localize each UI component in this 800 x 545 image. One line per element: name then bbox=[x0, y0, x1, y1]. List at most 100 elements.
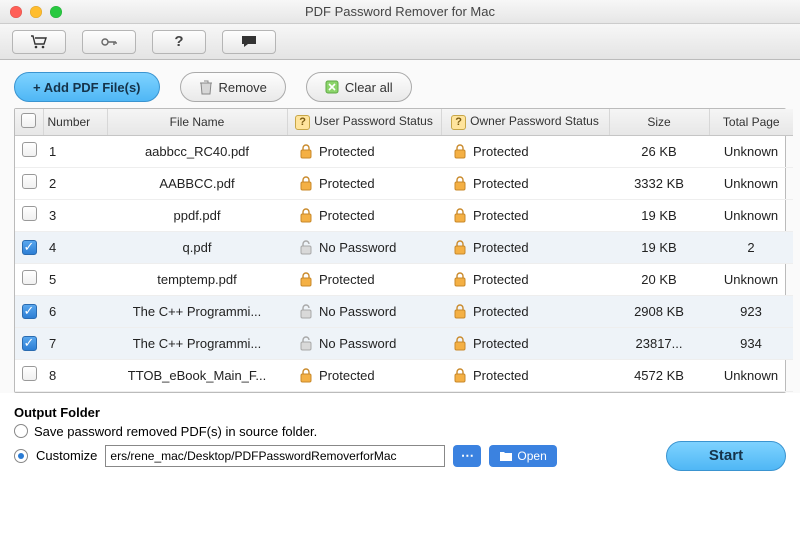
row-user-status: No Password bbox=[287, 295, 441, 327]
row-number: 8 bbox=[43, 359, 107, 391]
lock-icon bbox=[453, 367, 467, 383]
row-checkbox[interactable]: ✓ bbox=[22, 240, 37, 255]
row-pages: Unknown bbox=[709, 359, 793, 391]
row-size: 26 KB bbox=[609, 135, 709, 167]
browse-button[interactable]: ⋯ bbox=[453, 445, 481, 467]
header-filename[interactable]: File Name bbox=[107, 109, 287, 135]
header-number[interactable]: Number bbox=[43, 109, 107, 135]
action-row: + Add PDF File(s) Remove Clear all bbox=[14, 72, 786, 102]
open-folder-button[interactable]: Open bbox=[489, 445, 556, 467]
row-size: 20 KB bbox=[609, 263, 709, 295]
row-checkbox[interactable] bbox=[22, 366, 37, 381]
row-number: 3 bbox=[43, 199, 107, 231]
header-checkbox[interactable] bbox=[15, 109, 43, 135]
table-row[interactable]: ✓7The C++ Programmi...No PasswordProtect… bbox=[15, 327, 793, 359]
row-checkbox[interactable] bbox=[22, 270, 37, 285]
table-row[interactable]: 1aabbcc_RC40.pdfProtectedProtected26 KBU… bbox=[15, 135, 793, 167]
trash-icon bbox=[199, 79, 213, 95]
row-user-status: Protected bbox=[287, 199, 441, 231]
row-checkbox[interactable] bbox=[22, 142, 37, 157]
table-row[interactable]: ✓6The C++ Programmi...No PasswordProtect… bbox=[15, 295, 793, 327]
table-header-row: Number File Name ?User Password Status ?… bbox=[15, 109, 793, 135]
row-number: 6 bbox=[43, 295, 107, 327]
titlebar: PDF Password Remover for Mac bbox=[0, 0, 800, 24]
header-owner-status[interactable]: ?Owner Password Status bbox=[441, 109, 609, 135]
row-size: 4572 KB bbox=[609, 359, 709, 391]
help-button[interactable]: ? bbox=[152, 30, 206, 54]
table-row[interactable]: 5temptemp.pdfProtectedProtected20 KBUnkn… bbox=[15, 263, 793, 295]
file-table: Number File Name ?User Password Status ?… bbox=[14, 108, 786, 393]
row-number: 5 bbox=[43, 263, 107, 295]
row-number: 1 bbox=[43, 135, 107, 167]
cart-button[interactable] bbox=[12, 30, 66, 54]
clear-all-button[interactable]: Clear all bbox=[306, 72, 412, 102]
key-button[interactable] bbox=[82, 30, 136, 54]
main-content: + Add PDF File(s) Remove Clear all Numbe… bbox=[0, 60, 800, 393]
table-row[interactable]: 2AABBCC.pdfProtectedProtected3332 KBUnkn… bbox=[15, 167, 793, 199]
lock-icon bbox=[453, 271, 467, 287]
header-user-status[interactable]: ?User Password Status bbox=[287, 109, 441, 135]
row-checkbox[interactable]: ✓ bbox=[22, 304, 37, 319]
feedback-button[interactable] bbox=[222, 30, 276, 54]
table-row[interactable]: 8TTOB_eBook_Main_F...ProtectedProtected4… bbox=[15, 359, 793, 391]
ellipsis-icon: ⋯ bbox=[461, 448, 474, 464]
row-size: 2908 KB bbox=[609, 295, 709, 327]
row-owner-status: Protected bbox=[441, 327, 609, 359]
folder-icon bbox=[499, 450, 513, 462]
save-in-source-row[interactable]: Save password removed PDF(s) in source f… bbox=[14, 424, 786, 439]
output-path-input[interactable] bbox=[105, 445, 445, 467]
lock-icon bbox=[299, 175, 313, 191]
cart-icon bbox=[30, 35, 48, 49]
row-owner-status: Protected bbox=[441, 231, 609, 263]
row-pages: Unknown bbox=[709, 199, 793, 231]
output-section: Output Folder Save password removed PDF(… bbox=[0, 393, 800, 483]
row-size: 23817... bbox=[609, 327, 709, 359]
lock-icon bbox=[299, 271, 313, 287]
help-badge-icon: ? bbox=[295, 115, 310, 130]
add-pdf-button[interactable]: + Add PDF File(s) bbox=[14, 72, 160, 102]
header-size[interactable]: Size bbox=[609, 109, 709, 135]
row-number: 2 bbox=[43, 167, 107, 199]
lock-icon bbox=[299, 367, 313, 383]
row-pages: Unknown bbox=[709, 135, 793, 167]
window-title: PDF Password Remover for Mac bbox=[0, 4, 800, 19]
add-pdf-label: + Add PDF File(s) bbox=[33, 80, 141, 95]
unlock-icon bbox=[299, 303, 313, 319]
row-filename: TTOB_eBook_Main_F... bbox=[107, 359, 287, 391]
row-checkbox[interactable] bbox=[22, 206, 37, 221]
row-user-status: No Password bbox=[287, 327, 441, 359]
row-filename: q.pdf bbox=[107, 231, 287, 263]
row-filename: aabbcc_RC40.pdf bbox=[107, 135, 287, 167]
row-size: 19 KB bbox=[609, 231, 709, 263]
start-button[interactable]: Start bbox=[666, 441, 786, 471]
customize-label: Customize bbox=[36, 448, 97, 463]
row-pages: 2 bbox=[709, 231, 793, 263]
unlock-icon bbox=[299, 335, 313, 351]
table-row[interactable]: 3ppdf.pdfProtectedProtected19 KBUnknown bbox=[15, 199, 793, 231]
table-row[interactable]: ✓4q.pdfNo PasswordProtected19 KB2 bbox=[15, 231, 793, 263]
radio-customize[interactable] bbox=[14, 449, 28, 463]
row-owner-status: Protected bbox=[441, 199, 609, 231]
clear-icon bbox=[325, 80, 339, 94]
row-size: 3332 KB bbox=[609, 167, 709, 199]
row-checkbox[interactable]: ✓ bbox=[22, 336, 37, 351]
radio-save-in-source[interactable] bbox=[14, 424, 28, 438]
header-total-page[interactable]: Total Page bbox=[709, 109, 793, 135]
row-pages: 934 bbox=[709, 327, 793, 359]
row-checkbox[interactable] bbox=[22, 174, 37, 189]
open-label: Open bbox=[517, 449, 546, 463]
remove-button[interactable]: Remove bbox=[180, 72, 286, 102]
top-toolbar: ? bbox=[0, 24, 800, 60]
speech-bubble-icon bbox=[240, 35, 258, 49]
row-pages: Unknown bbox=[709, 263, 793, 295]
row-number: 4 bbox=[43, 231, 107, 263]
remove-label: Remove bbox=[219, 80, 267, 95]
row-owner-status: Protected bbox=[441, 295, 609, 327]
row-user-status: Protected bbox=[287, 135, 441, 167]
row-pages: 923 bbox=[709, 295, 793, 327]
lock-icon bbox=[299, 207, 313, 223]
row-owner-status: Protected bbox=[441, 263, 609, 295]
lock-icon bbox=[453, 335, 467, 351]
lock-icon bbox=[453, 143, 467, 159]
row-filename: ppdf.pdf bbox=[107, 199, 287, 231]
